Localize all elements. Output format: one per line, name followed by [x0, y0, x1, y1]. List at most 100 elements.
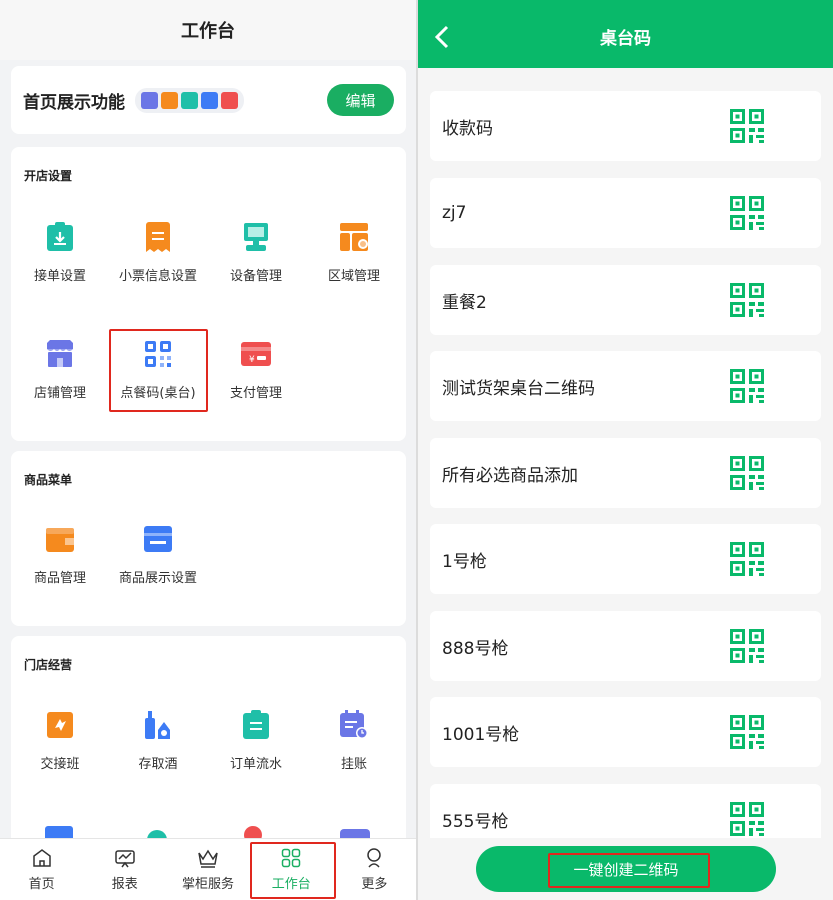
nav-label: 报表: [111, 877, 138, 892]
grid-item-label: 支付管理: [229, 386, 282, 401]
qrcode-list-item[interactable]: 888号枪: [430, 611, 821, 681]
grid-item-label: 小票信息设置: [118, 269, 197, 284]
table-qrcode-panel: 桌台码 收款码 zj7 重餐2 测试货架桌台二维码 所有必选商品添加 1号枪 8…: [418, 0, 833, 900]
store-mini-icon: [141, 91, 158, 109]
grid-item-label: 区域管理: [327, 269, 380, 284]
section-title: 开店设置: [24, 169, 73, 183]
grid-item-product-management[interactable]: 商品管理: [11, 523, 109, 586]
qrcode-icon[interactable]: [729, 368, 765, 404]
grid-item-shift-handover[interactable]: 交接班: [11, 709, 109, 772]
grid-item-label: 商品展示设置: [118, 571, 197, 586]
grid-item-label: 交接班: [40, 757, 80, 772]
qrcode-list-item[interactable]: 重餐2: [430, 265, 821, 335]
qrcode-icon[interactable]: [729, 455, 765, 491]
highlight-nav-workbench: [250, 842, 336, 899]
nav-owner-services[interactable]: 掌柜服务: [166, 839, 249, 900]
qrcode-name: 1号枪: [442, 551, 487, 572]
wine-bottle-icon: [142, 709, 174, 741]
qrcode-icon[interactable]: [729, 282, 765, 318]
monitor-icon: [240, 221, 272, 253]
qrcode-name: zj7: [442, 203, 467, 223]
home-icon: [31, 847, 53, 869]
grid-item-payment-management[interactable]: ¥ 支付管理: [207, 338, 305, 401]
store-setup-section: 开店设置 接单设置 小票信息设置 设备管理 区域管理 店铺管理 点餐码(桌台) …: [11, 147, 406, 441]
receipt-icon: [142, 221, 174, 253]
qrcode-name: 所有必选商品添加: [442, 465, 578, 486]
payment-card-icon: ¥: [240, 338, 272, 370]
qrcode-mini-icon: [201, 91, 218, 109]
calendar-clock-icon: [338, 709, 370, 741]
storefront-icon: [44, 338, 76, 370]
qrcode-list-item[interactable]: 1号枪: [430, 524, 821, 594]
showcase-icon-strip: [135, 87, 244, 113]
qrcode-icon[interactable]: [729, 801, 765, 837]
display-card-icon: [142, 523, 174, 555]
product-menu-section: 商品菜单 商品管理 商品展示设置: [11, 451, 406, 626]
product-mini-icon: [161, 91, 178, 109]
clipboard-download-icon: [44, 221, 76, 253]
grid-item-credit-account[interactable]: 挂账: [305, 709, 403, 772]
qrcode-icon[interactable]: [729, 195, 765, 231]
qrcode-list-item[interactable]: 收款码: [430, 91, 821, 161]
handover-icon: [44, 709, 76, 741]
qrcode-icon[interactable]: [729, 628, 765, 664]
qrcode-name: 888号枪: [442, 638, 509, 659]
qrcode-name: 555号枪: [442, 811, 509, 832]
highlight-table-qrcode: [109, 329, 208, 412]
grid-item-area-management[interactable]: 区域管理: [305, 221, 403, 284]
more-person-icon: [363, 847, 385, 869]
nav-home[interactable]: 首页: [0, 839, 83, 900]
nav-label: 更多: [361, 877, 388, 892]
qrcode-list-item[interactable]: zj7: [430, 178, 821, 248]
qrcode-name: 测试货架桌台二维码: [442, 378, 595, 399]
grid-item-label: 商品管理: [33, 571, 86, 586]
clipboard-list-icon: [240, 709, 272, 741]
grid-item-order-records[interactable]: 订单流水: [207, 709, 305, 772]
grid-item-product-display[interactable]: 商品展示设置: [109, 523, 207, 586]
grid-item-label: 存取酒: [138, 757, 178, 772]
crown-icon: [197, 847, 219, 869]
nav-reports[interactable]: 报表: [83, 839, 166, 900]
wallet-icon: [44, 523, 76, 555]
qrcode-name: 1001号枪: [442, 724, 520, 745]
page-title: 工作台: [0, 0, 416, 60]
showcase-title: 首页展示功能: [23, 92, 125, 113]
qrcode-name: 收款码: [442, 118, 493, 139]
grid-item-wine-storage[interactable]: 存取酒: [109, 709, 207, 772]
svg-text:¥: ¥: [249, 355, 255, 365]
bottom-nav: 首页 报表 掌柜服务 工作台 更多: [0, 838, 416, 900]
section-title: 商品菜单: [24, 473, 73, 487]
grid-item-receipt-settings[interactable]: 小票信息设置: [109, 221, 207, 284]
page-title: 桌台码: [600, 29, 651, 49]
nav-label: 掌柜服务: [182, 877, 235, 892]
app-root: 工作台 首页展示功能 编辑 开店设置 接单设置 小票信息设置 设备管理 区域管理…: [0, 0, 833, 900]
order-mini-icon: [181, 91, 198, 109]
grid-item-label: 店铺管理: [33, 386, 86, 401]
highlight-create-button: [548, 853, 710, 888]
nav-label: 首页: [28, 877, 55, 892]
grid-item-label: 订单流水: [229, 757, 282, 772]
grid-item-label: 设备管理: [229, 269, 282, 284]
qrcode-list-item[interactable]: 所有必选商品添加: [430, 438, 821, 508]
qrcode-icon[interactable]: [729, 541, 765, 577]
chart-screen-icon: [114, 847, 136, 869]
area-layout-icon: [338, 221, 370, 253]
grid-item-store-management[interactable]: 店铺管理: [11, 338, 109, 401]
store-operations-section: 门店经营 交接班 存取酒 订单流水 挂账: [11, 636, 406, 856]
workbench-panel: 工作台 首页展示功能 编辑 开店设置 接单设置 小票信息设置 设备管理 区域管理…: [0, 0, 416, 900]
qrcode-name: 重餐2: [442, 292, 487, 313]
qrcode-icon[interactable]: [729, 714, 765, 750]
grid-item-device-management[interactable]: 设备管理: [207, 221, 305, 284]
qrcode-icon[interactable]: [729, 108, 765, 144]
grid-item-label: 挂账: [340, 757, 367, 772]
qrcode-list-item[interactable]: 测试货架桌台二维码: [430, 351, 821, 421]
edit-button[interactable]: 编辑: [327, 84, 394, 116]
qrcode-list-item[interactable]: 1001号枪: [430, 697, 821, 767]
homepage-showcase-card: 首页展示功能 编辑: [11, 66, 406, 134]
payment-mini-icon: [221, 91, 238, 109]
nav-more[interactable]: 更多: [333, 839, 416, 900]
grid-item-label: 接单设置: [33, 269, 86, 284]
grid-item-order-settings[interactable]: 接单设置: [11, 221, 109, 284]
section-title: 门店经营: [24, 658, 73, 672]
header-bar: 桌台码: [418, 0, 833, 68]
